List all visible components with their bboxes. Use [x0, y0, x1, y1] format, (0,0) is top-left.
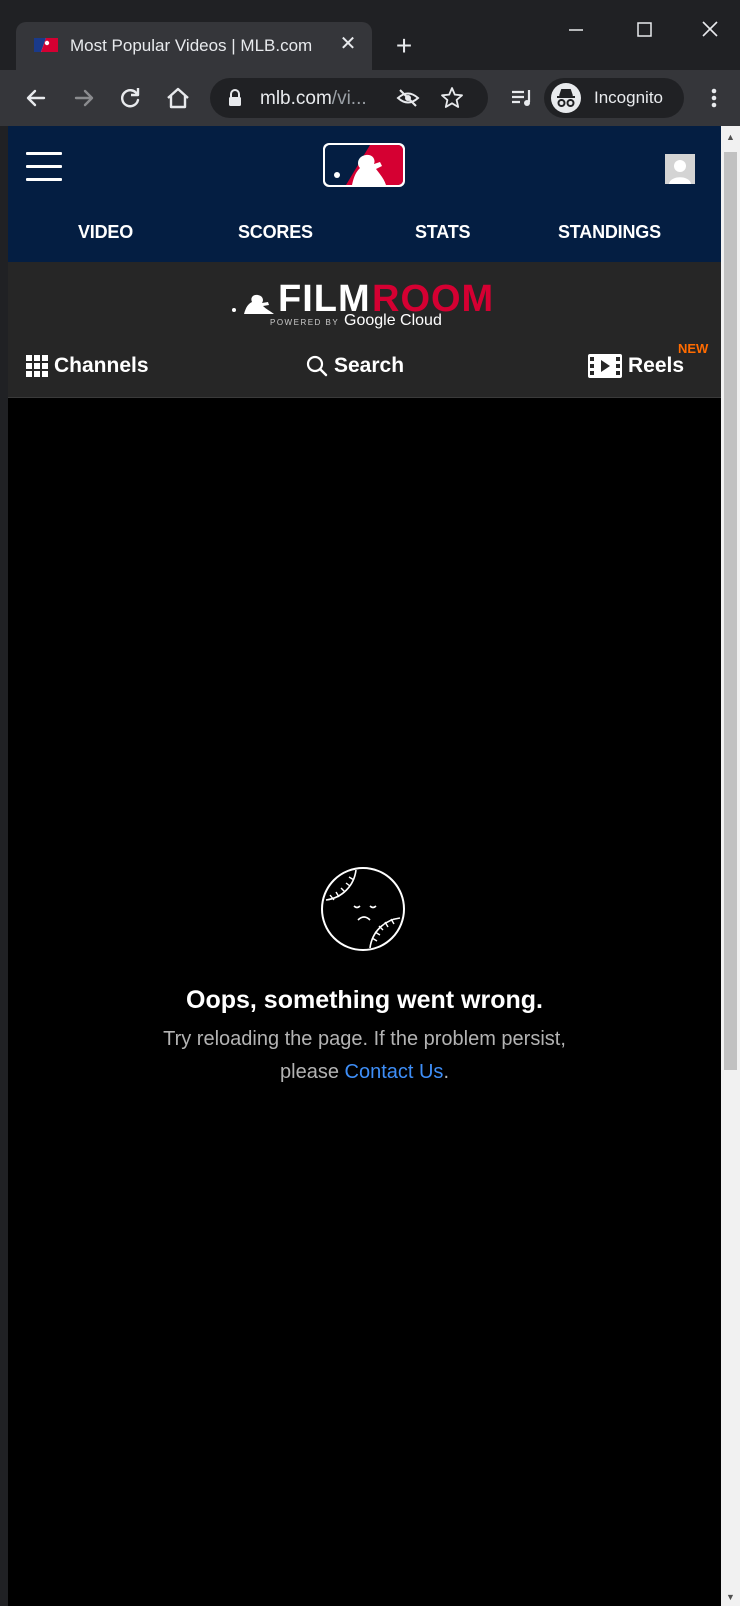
nav-standings[interactable]: STANDINGS — [558, 222, 661, 243]
page-scrollbar[interactable]: ▲ ▼ — [721, 126, 740, 1606]
address-bar[interactable]: mlb.com/vi... — [210, 78, 488, 118]
incognito-label: Incognito — [594, 88, 663, 107]
mlb-favicon-icon — [34, 38, 58, 52]
nav-stats[interactable]: STATS — [415, 222, 471, 243]
window-frame — [0, 126, 8, 1606]
mlb-logo[interactable] — [322, 142, 406, 188]
google-cloud-text: Google Cloud — [344, 312, 442, 329]
reels-new-badge: NEW — [678, 341, 709, 356]
bookmark-star-icon[interactable] — [440, 86, 464, 110]
powered-by-text: POWERED BY — [270, 318, 340, 327]
tab-close-icon[interactable]: ✕ — [334, 30, 362, 58]
filmroom-bar: FILM ROOM POWERED BY Google Cloud Channe… — [8, 262, 721, 398]
film-reel-icon — [588, 354, 622, 379]
browser-titlebar: Most Popular Videos | MLB.com ✕ + — [0, 0, 740, 70]
grid-icon — [26, 355, 48, 378]
nav-video[interactable]: VIDEO — [78, 222, 133, 243]
error-description-cont: please Contact Us. — [280, 1061, 449, 1083]
browser-toolbar: mlb.com/vi... Incognito — [0, 70, 740, 126]
forward-arrow-icon[interactable] — [68, 82, 100, 114]
menu-kebab-icon[interactable] — [698, 82, 730, 114]
page-viewport: VIDEO SCORES STATS STANDINGS FILM ROOM P… — [8, 126, 721, 1606]
home-icon[interactable] — [162, 82, 194, 114]
browser-tab[interactable]: Most Popular Videos | MLB.com ✕ — [16, 22, 372, 70]
mlb-header: VIDEO SCORES STATS STANDINGS — [8, 126, 721, 262]
incognito-icon — [551, 83, 581, 113]
error-title: Oops, something went wrong. — [186, 986, 543, 1014]
profile-avatar-icon[interactable] — [665, 154, 695, 184]
main-nav: VIDEO SCORES STATS STANDINGS — [8, 214, 721, 254]
reels-label: Reels — [628, 354, 685, 377]
hamburger-menu-icon[interactable] — [26, 152, 62, 181]
sad-baseball-icon — [321, 867, 405, 951]
search-icon — [306, 356, 328, 377]
window-close-icon[interactable] — [690, 14, 730, 46]
channels-button[interactable]: Channels — [26, 354, 149, 378]
maximize-icon[interactable] — [624, 14, 664, 46]
url-text[interactable]: mlb.com/vi... — [260, 88, 367, 110]
back-arrow-icon[interactable] — [20, 82, 52, 114]
reels-button[interactable]: Reels — [588, 354, 685, 379]
channels-label: Channels — [54, 354, 149, 377]
nav-scores[interactable]: SCORES — [238, 222, 313, 243]
mlb-batter-logo-icon — [232, 294, 274, 314]
tab-title: Most Popular Videos | MLB.com — [70, 36, 313, 55]
user-silhouette-icon — [665, 154, 695, 184]
reload-icon[interactable] — [114, 82, 146, 114]
contact-us-link[interactable]: Contact Us — [345, 1061, 444, 1083]
scroll-thumb[interactable] — [724, 152, 737, 1070]
search-label: Search — [334, 354, 405, 377]
tracking-blocked-eye-icon[interactable] — [396, 87, 420, 109]
filmroom-logo[interactable]: FILM ROOM POWERED BY Google Cloud — [230, 274, 500, 336]
minimize-icon[interactable] — [556, 14, 596, 46]
error-description: Try reloading the page. If the problem p… — [163, 1028, 566, 1050]
new-tab-button[interactable]: + — [388, 30, 420, 62]
incognito-indicator[interactable]: Incognito — [544, 78, 684, 118]
lock-icon[interactable] — [228, 89, 242, 107]
media-queue-icon[interactable] — [506, 82, 538, 114]
scroll-up-arrow-icon[interactable]: ▲ — [725, 132, 736, 142]
search-button[interactable]: Search — [306, 354, 404, 378]
scroll-down-arrow-icon[interactable]: ▼ — [725, 1592, 736, 1602]
